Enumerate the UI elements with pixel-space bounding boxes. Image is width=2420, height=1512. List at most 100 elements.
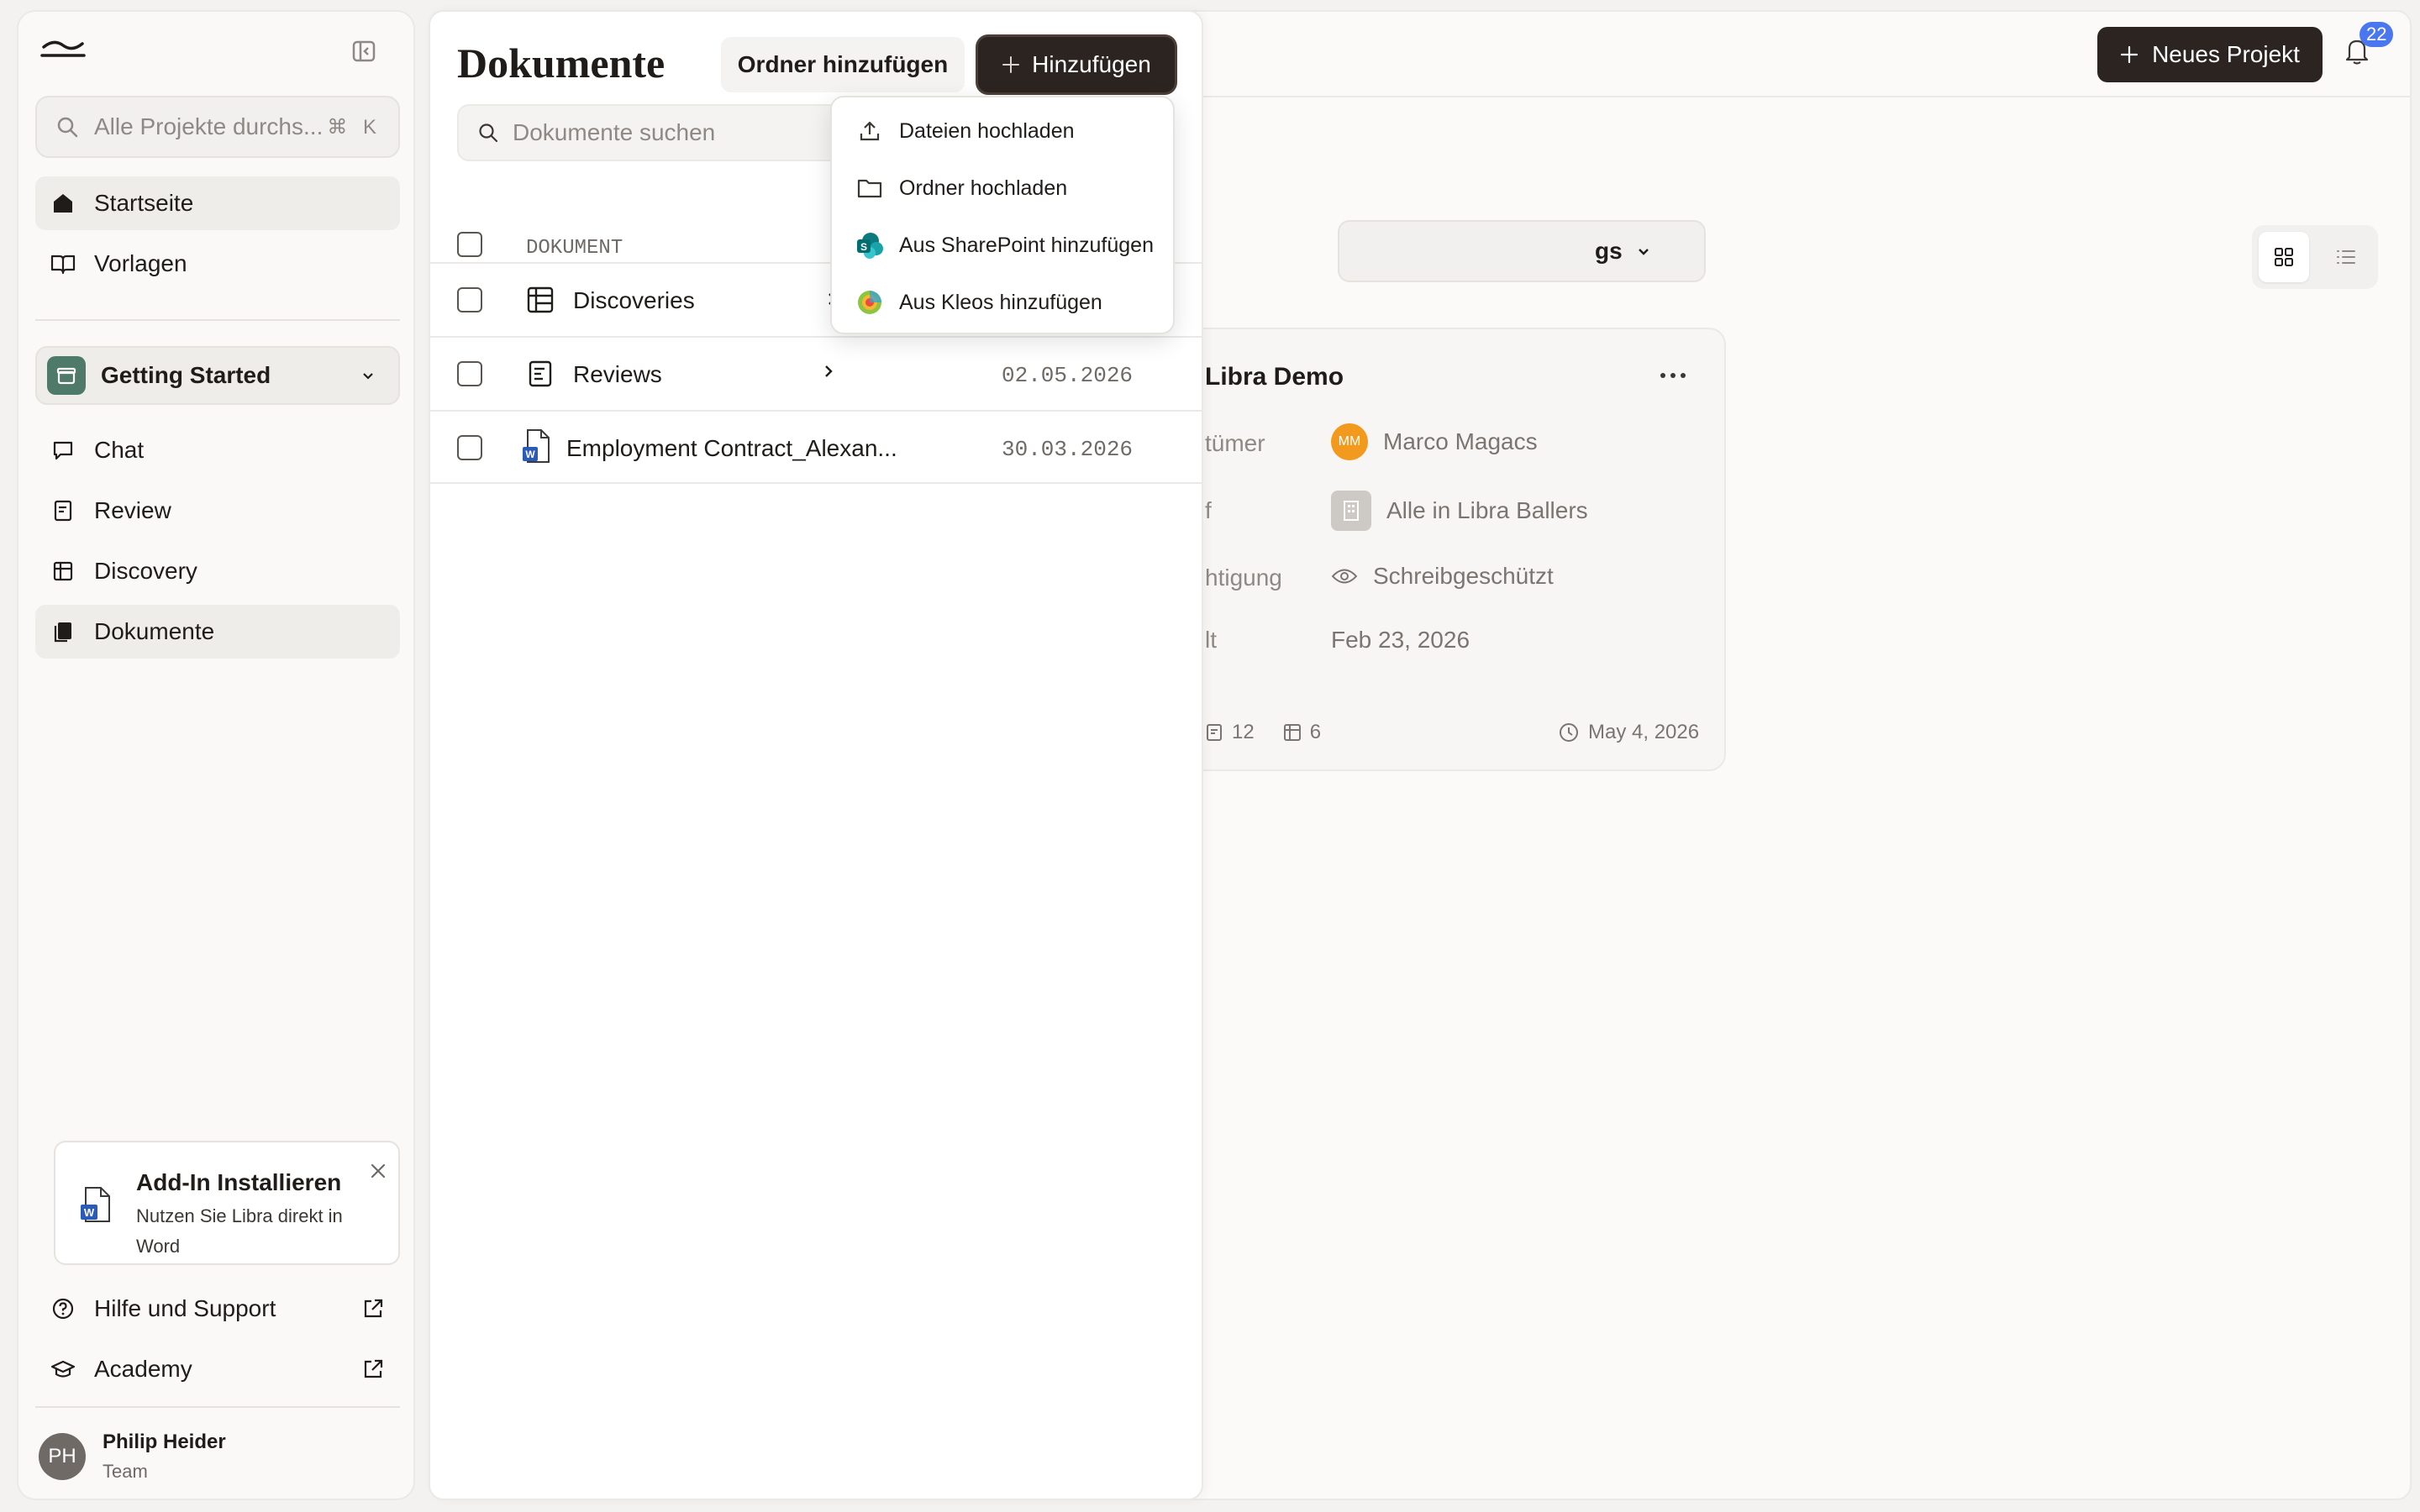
external-link-icon: [361, 1357, 385, 1381]
search-shortcut: ⌘ K: [327, 115, 381, 139]
access-text: Alle in Libra Ballers: [1386, 497, 1588, 523]
book-icon: [50, 251, 76, 276]
search-icon: [55, 115, 79, 139]
academy-icon: [50, 1357, 76, 1382]
word-file-icon: W: [79, 1186, 113, 1225]
add-dropdown-menu: Dateien hochladen Ordner hochladen S Aus…: [830, 96, 1175, 334]
academy-link[interactable]: Academy: [35, 1342, 400, 1396]
external-link-icon: [361, 1297, 385, 1320]
project-search-placeholder: Alle Projekte durchs...: [94, 113, 324, 139]
select-all-checkbox[interactable]: [457, 232, 482, 257]
table-icon: [50, 559, 76, 584]
document-date: 30.03.2026: [1002, 437, 1134, 462]
row-checkbox[interactable]: [457, 287, 482, 312]
document-name: Reviews: [573, 361, 662, 387]
menu-item-label: Ordner hochladen: [899, 176, 1068, 200]
chat-icon: [50, 438, 76, 463]
svg-text:W: W: [84, 1206, 95, 1219]
user-profile[interactable]: PH Philip Heider Team: [39, 1423, 226, 1490]
chevron-down-icon: [360, 367, 376, 384]
user-name: Philip Heider: [103, 1431, 226, 1453]
filter-label: gs: [1595, 238, 1623, 264]
menu-item-upload-files[interactable]: Dateien hochladen: [855, 114, 1075, 148]
permission-label: htigung: [1205, 564, 1282, 591]
document-search-placeholder: Dokumente suchen: [513, 119, 716, 145]
addin-description: Nutzen Sie Libra direkt in Word: [136, 1205, 343, 1257]
access-value: Alle in Libra Ballers: [1331, 491, 1588, 531]
sidebar-item-review[interactable]: Review: [35, 484, 400, 538]
document-name: Discoveries: [573, 287, 695, 313]
eye-icon: [1331, 567, 1358, 585]
owner-name: Marco Magacs: [1383, 428, 1538, 454]
row-checkbox[interactable]: [457, 361, 482, 386]
table-row[interactable]: Reviews 02.05.2026: [430, 336, 1202, 410]
libra-logo[interactable]: [40, 35, 86, 69]
plus-icon: [1002, 55, 1020, 74]
svg-text:W: W: [525, 449, 535, 460]
avatar: PH: [39, 1433, 86, 1480]
upload-icon: [855, 117, 884, 145]
collapse-sidebar-icon[interactable]: [351, 39, 381, 69]
menu-item-label: Aus SharePoint hinzufügen: [899, 233, 1154, 257]
sidebar-item-chat[interactable]: Chat: [35, 423, 400, 477]
add-folder-button[interactable]: Ordner hinzufügen: [721, 37, 965, 92]
table-icon: [526, 286, 555, 314]
reviews-count: 12: [1232, 721, 1255, 743]
folder-icon: [855, 174, 884, 202]
add-button[interactable]: Hinzufügen: [978, 37, 1175, 92]
project-box-icon: [47, 356, 86, 395]
home-icon: [50, 191, 76, 216]
clock-icon: [1558, 722, 1580, 743]
sidebar-item-label: Review: [94, 497, 171, 523]
sidebar-item-dokumente[interactable]: Dokumente: [35, 605, 400, 659]
project-updated: May 4, 2026: [1558, 721, 1699, 744]
more-options-icon[interactable]: [1659, 371, 1687, 380]
menu-item-upload-folder[interactable]: Ordner hochladen: [855, 171, 1067, 205]
review-icon: [50, 498, 76, 523]
grid-view-icon[interactable]: [2259, 232, 2309, 282]
documents-icon: [50, 619, 76, 644]
sidebar: Alle Projekte durchs... ⌘ K Startseite V…: [17, 10, 415, 1500]
project-selector[interactable]: Getting Started: [35, 346, 400, 405]
document-search-input[interactable]: Dokumente suchen: [457, 104, 894, 161]
permission-text: Schreibgeschützt: [1373, 563, 1554, 589]
new-project-button[interactable]: Neues Projekt: [2097, 27, 2323, 82]
sidebar-item-label: Startseite: [94, 190, 194, 216]
svg-text:S: S: [860, 241, 867, 253]
sidebar-item-discovery[interactable]: Discovery: [35, 544, 400, 598]
project-card-title: Libra Demo: [1205, 363, 1344, 391]
menu-item-label: Dateien hochladen: [899, 118, 1075, 143]
building-icon: [1331, 491, 1371, 531]
plus-icon: [2120, 45, 2139, 64]
menu-item-kleos[interactable]: Aus Kleos hinzufügen: [855, 286, 1102, 319]
help-support-link[interactable]: Hilfe und Support: [35, 1282, 400, 1336]
sidebar-item-label: Vorlagen: [94, 250, 187, 276]
filter-dropdown[interactable]: gs: [1338, 220, 1706, 282]
sidebar-divider: [35, 319, 400, 321]
sidebar-item-label: Chat: [94, 437, 145, 463]
sidebar-item-startseite[interactable]: Startseite: [35, 176, 400, 230]
addin-install-card[interactable]: W Add-In Installieren Nutzen Sie Libra d…: [54, 1141, 400, 1265]
table-icon: [1283, 723, 1302, 742]
owner-value: MM Marco Magacs: [1331, 423, 1538, 460]
permission-value: Schreibgeschützt: [1331, 563, 1554, 590]
document-date: 02.05.2026: [1002, 363, 1134, 388]
created-value: Feb 23, 2026: [1331, 627, 1470, 653]
sidebar-divider: [35, 1406, 400, 1408]
avatar: MM: [1331, 423, 1368, 460]
table-row[interactable]: W Employment Contract_Alexan... 30.03.20…: [430, 410, 1202, 484]
chevron-right-icon[interactable]: [820, 363, 837, 380]
sidebar-item-vorlagen[interactable]: Vorlagen: [35, 237, 400, 291]
row-checkbox[interactable]: [457, 435, 482, 460]
notification-badge: 22: [2360, 22, 2394, 47]
academy-label: Academy: [94, 1356, 192, 1382]
close-icon[interactable]: [368, 1161, 388, 1181]
page-title: Dokumente: [457, 39, 666, 87]
view-toggle: [2252, 225, 2378, 289]
menu-item-sharepoint[interactable]: S Aus SharePoint hinzufügen: [855, 228, 1154, 262]
word-file-icon: W: [521, 428, 551, 465]
project-search-input[interactable]: Alle Projekte durchs... ⌘ K: [35, 96, 400, 158]
add-button-label: Hinzufügen: [1032, 51, 1151, 77]
list-view-icon[interactable]: [2321, 232, 2371, 282]
column-header-document: DOKUMENT: [526, 237, 623, 260]
